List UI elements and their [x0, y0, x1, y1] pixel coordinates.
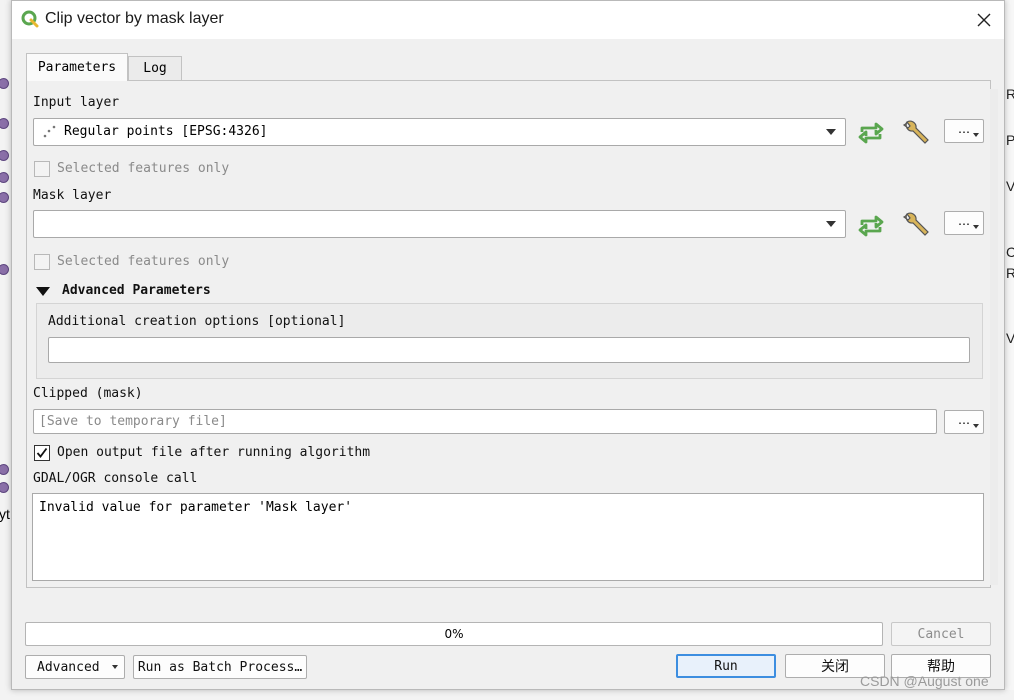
mask-layer-label: Mask layer: [33, 188, 112, 203]
background-app-bottom-edge: [0, 690, 1014, 700]
input-layer-options-button[interactable]: …: [944, 119, 984, 143]
wrench-icon: [902, 120, 929, 144]
progress-bar: 0%: [25, 622, 883, 646]
collapse-triangle-icon[interactable]: [36, 287, 50, 296]
chevron-down-icon: [112, 665, 118, 669]
close-button[interactable]: [968, 5, 1000, 35]
advanced-button-label: Advanced: [37, 659, 100, 675]
chevron-down-icon: [973, 225, 979, 229]
iterate-mask-button[interactable]: [855, 210, 887, 242]
background-panel-letter: P: [1006, 132, 1014, 148]
tab-log[interactable]: Log: [128, 56, 182, 80]
background-panel-letter: V: [1006, 178, 1014, 194]
advanced-parameters-header[interactable]: Advanced Parameters: [62, 283, 211, 298]
chevron-down-icon: [973, 424, 979, 428]
mask-selected-only-label: Selected features only: [57, 254, 230, 269]
console-call-label: GDAL/OGR console call: [33, 471, 198, 486]
input-layer-value: Regular points [EPSG:4326]: [64, 124, 268, 139]
mask-layer-options-button[interactable]: …: [944, 211, 984, 235]
clipped-output-options-button[interactable]: …: [944, 410, 984, 434]
options-dots: …: [958, 214, 970, 228]
options-dots: …: [958, 413, 970, 427]
input-layer-combo[interactable]: Regular points [EPSG:4326]: [33, 118, 846, 146]
refresh-icon: [858, 122, 884, 144]
clipped-output-input[interactable]: [Save to temporary file]: [33, 409, 937, 434]
input-selected-only-label: Selected features only: [57, 161, 230, 176]
background-text-fragment: yt: [0, 506, 10, 522]
background-panel-letter: R: [1006, 86, 1014, 102]
title-bar: Clip vector by mask layer: [12, 1, 1004, 39]
map-point-marker: [0, 172, 9, 183]
options-dots: …: [958, 122, 970, 136]
clipped-output-placeholder: [Save to temporary file]: [39, 414, 227, 429]
clip-vector-dialog: Clip vector by mask layer Parameters Log…: [11, 0, 1005, 690]
dialog-title: Clip vector by mask layer: [45, 10, 224, 27]
chevron-down-icon: [826, 129, 836, 135]
map-point-marker: [0, 192, 9, 203]
console-call-text: Invalid value for parameter 'Mask layer': [39, 500, 353, 515]
checkmark-icon: [36, 447, 48, 458]
map-point-marker: [0, 264, 9, 275]
mask-selected-only-checkbox[interactable]: [34, 254, 50, 270]
background-app-right-edge: [1004, 0, 1014, 700]
console-call-textarea[interactable]: Invalid value for parameter 'Mask layer': [32, 493, 984, 581]
input-layer-settings-button[interactable]: [900, 117, 932, 149]
input-layer-label: Input layer: [33, 95, 120, 110]
run-button[interactable]: Run: [676, 654, 776, 678]
mask-layer-settings-button[interactable]: [900, 209, 932, 241]
refresh-icon: [858, 215, 884, 237]
mask-layer-combo[interactable]: [33, 210, 846, 238]
advanced-dropdown-button[interactable]: Advanced: [25, 655, 125, 679]
cancel-button[interactable]: Cancel: [891, 622, 991, 646]
map-point-marker: [0, 118, 9, 129]
run-as-batch-button[interactable]: Run as Batch Process…: [133, 655, 307, 679]
progress-text: 0%: [444, 627, 464, 641]
advanced-parameters-group: Additional creation options [optional]: [36, 303, 983, 379]
point-layer-icon: [43, 125, 56, 138]
tab-parameters[interactable]: Parameters: [26, 53, 128, 81]
chevron-down-icon: [973, 133, 979, 137]
map-point-marker: [0, 150, 9, 161]
map-point-marker: [0, 464, 9, 475]
map-point-marker: [0, 482, 9, 493]
creation-options-input[interactable]: [48, 337, 970, 363]
creation-options-label: Additional creation options [optional]: [48, 314, 346, 329]
qgis-icon: [21, 10, 39, 28]
close-icon: [977, 13, 991, 27]
wrench-icon: [902, 212, 929, 236]
open-output-checkbox[interactable]: [34, 445, 50, 461]
panel-scrollbar[interactable]: [990, 89, 998, 585]
watermark: CSDN @August one: [860, 673, 989, 689]
iterate-input-button[interactable]: [855, 117, 887, 149]
input-selected-only-checkbox[interactable]: [34, 161, 50, 177]
background-panel-letter: V: [1006, 330, 1014, 346]
background-panel-letter: R: [1006, 265, 1014, 281]
open-output-label: Open output file after running algorithm: [57, 445, 371, 460]
background-panel-letter: C: [1006, 244, 1014, 260]
chevron-down-icon: [826, 221, 836, 227]
clipped-output-label: Clipped (mask): [33, 386, 143, 401]
map-point-marker: [0, 78, 9, 89]
